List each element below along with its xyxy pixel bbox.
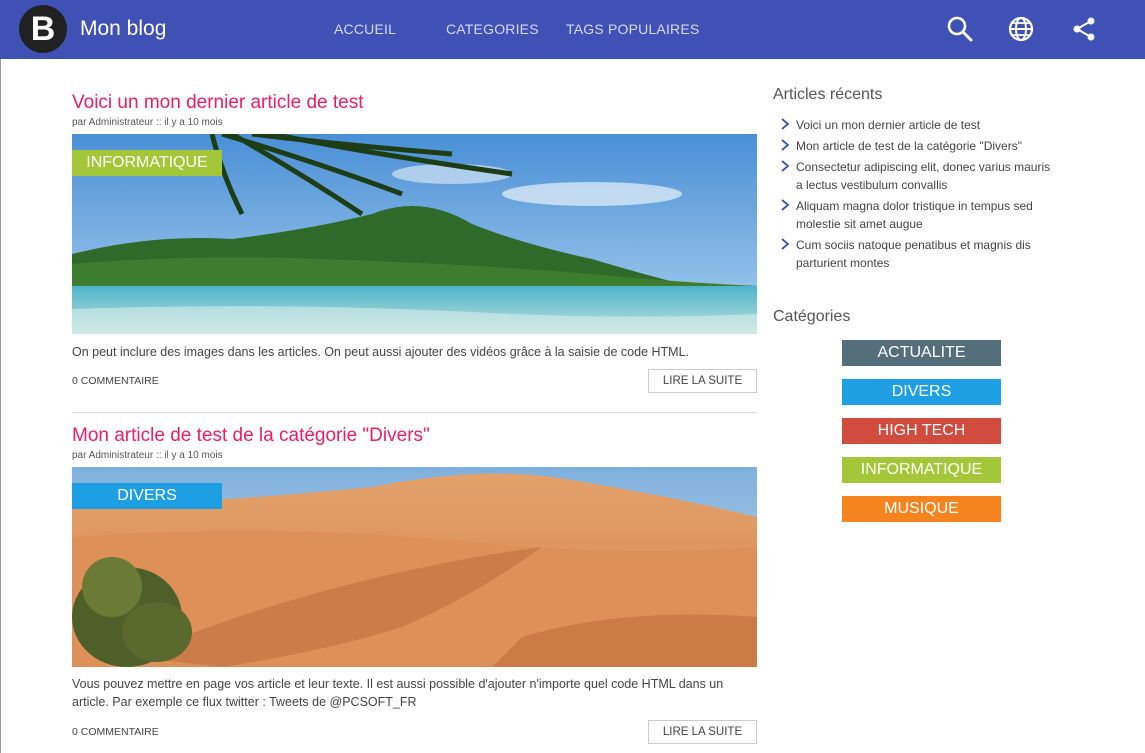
post-image[interactable]: DIVERS: [72, 467, 757, 667]
category-badge[interactable]: INFORMATIQUE: [72, 150, 222, 176]
recent-article-title: Voici un mon dernier article de test: [796, 118, 981, 132]
nav-accueil[interactable]: ACCUEIL: [334, 21, 396, 37]
post-excerpt: Vous pouvez mettre en page vos article e…: [72, 677, 724, 709]
category-tag-divers[interactable]: DIVERS: [842, 379, 1001, 405]
category-tag-actualite[interactable]: ACTUALITE: [842, 340, 1001, 366]
categories-heading: Catégories: [773, 308, 851, 325]
recent-article-title: Aliquam magna dolor tristique in tempus …: [796, 199, 1033, 231]
post-meta: par Administrateur :: il y a 10 mois: [72, 117, 223, 128]
nav-categories[interactable]: CATEGORIES: [446, 21, 539, 37]
globe-icon[interactable]: [1006, 14, 1036, 44]
category-tag-informatique[interactable]: INFORMATIQUE: [842, 457, 1001, 483]
nav-tags-populaires[interactable]: TAGS POPULAIRES: [566, 21, 699, 37]
recent-article-link[interactable]: Aliquam magna dolor tristique in tempus …: [780, 197, 1060, 233]
chevron-right-icon: [781, 199, 790, 211]
chevron-right-icon: [781, 160, 790, 172]
blog-title[interactable]: Mon blog: [80, 17, 166, 41]
recent-article-link[interactable]: Consectetur adipiscing elit, donec variu…: [780, 158, 1060, 194]
page-left-border: [0, 59, 1, 753]
blog-logo[interactable]: B: [19, 5, 67, 53]
comment-count[interactable]: 0 COMMENTAIRE: [72, 726, 159, 738]
recent-articles-list: Voici un mon dernier article de test Mon…: [780, 116, 1060, 275]
recent-article-title: Mon article de test de la catégorie "Div…: [796, 139, 1022, 153]
read-more-button[interactable]: LIRE LA SUITE: [648, 369, 757, 393]
post-image[interactable]: INFORMATIQUE: [72, 134, 757, 334]
post-excerpt: On peut inclure des images dans les arti…: [72, 345, 689, 359]
post-meta: par Administrateur :: il y a 10 mois: [72, 450, 223, 461]
recent-article-link[interactable]: Cum sociis natoque penatibus et magnis d…: [780, 236, 1060, 272]
recent-article-link[interactable]: Voici un mon dernier article de test: [780, 116, 1060, 134]
share-icon[interactable]: [1069, 14, 1099, 44]
comment-count[interactable]: 0 COMMENTAIRE: [72, 375, 159, 387]
category-badge[interactable]: DIVERS: [72, 483, 222, 509]
chevron-right-icon: [781, 139, 790, 151]
recent-articles-heading: Articles récents: [773, 86, 883, 103]
recent-article-link[interactable]: Mon article de test de la catégorie "Div…: [780, 137, 1060, 155]
chevron-right-icon: [781, 118, 790, 130]
chevron-right-icon: [781, 238, 790, 250]
post-title[interactable]: Voici un mon dernier article de test: [72, 92, 364, 114]
post-title[interactable]: Mon article de test de la catégorie "Div…: [72, 425, 430, 447]
top-app-bar: B Mon blog ACCUEIL CATEGORIES TAGS POPUL…: [0, 0, 1145, 59]
post-divider: [72, 412, 757, 413]
read-more-button[interactable]: LIRE LA SUITE: [648, 720, 757, 744]
recent-article-title: Consectetur adipiscing elit, donec variu…: [796, 160, 1051, 192]
category-tag-musique[interactable]: MUSIQUE: [842, 496, 1001, 522]
category-tag-high-tech[interactable]: HIGH TECH: [842, 418, 1001, 444]
search-icon[interactable]: [945, 14, 975, 44]
recent-article-title: Cum sociis natoque penatibus et magnis d…: [796, 238, 1031, 270]
